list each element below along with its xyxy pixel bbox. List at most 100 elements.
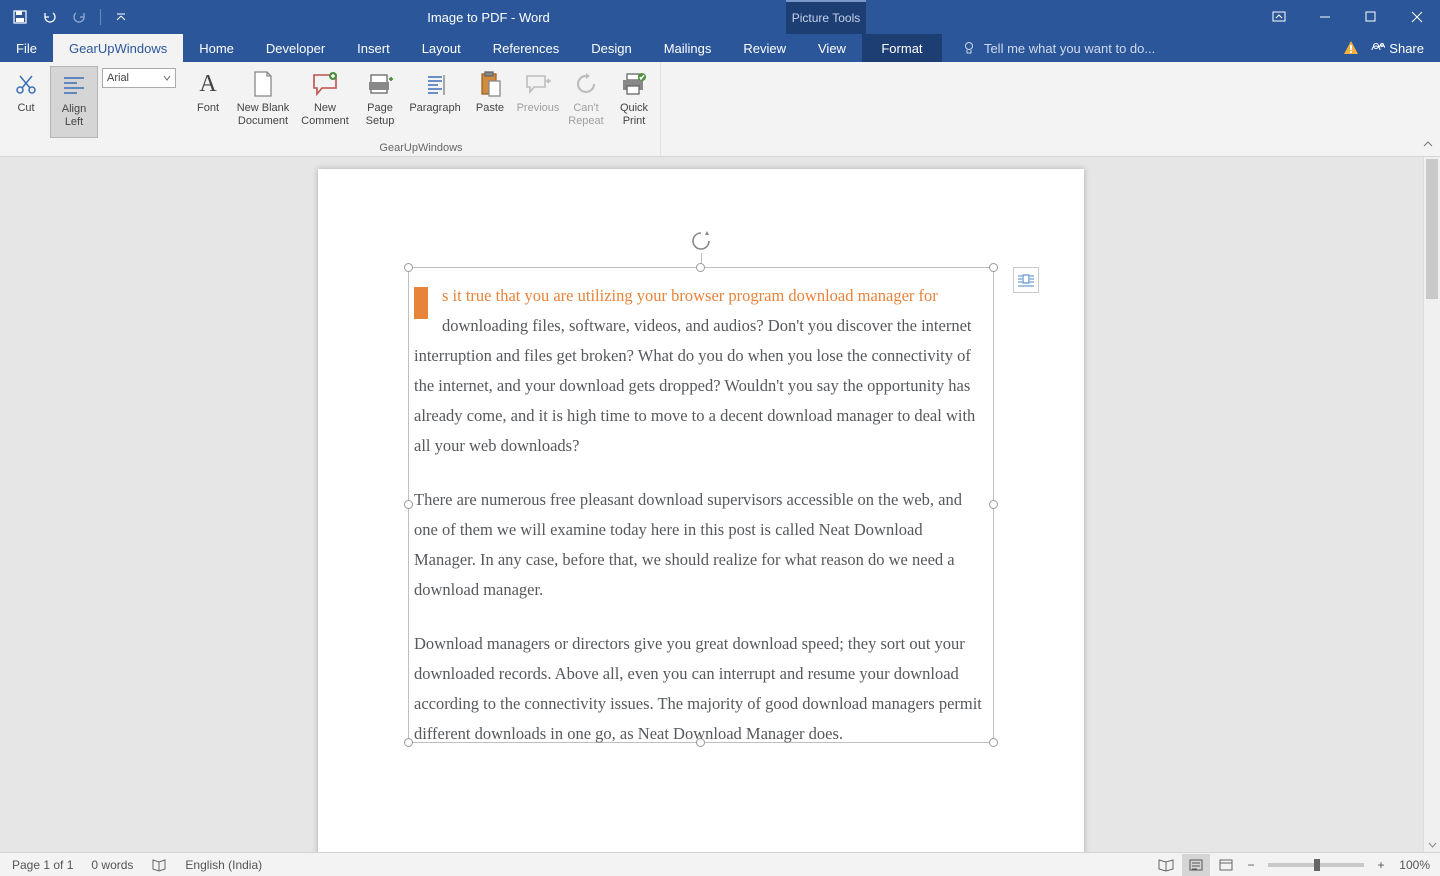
document-content: s it true that you are utilizing your br… xyxy=(414,281,988,773)
contextual-tab-label: Picture Tools xyxy=(786,0,866,34)
window-title: Image to PDF - Word xyxy=(131,10,786,25)
tab-home[interactable]: Home xyxy=(183,34,250,62)
previous-button[interactable]: Previous xyxy=(514,66,562,138)
paragraph-button[interactable]: Paragraph xyxy=(404,66,466,138)
paragraph-3: Download managers or directors give you … xyxy=(414,629,988,749)
tab-review[interactable]: Review xyxy=(727,34,802,62)
window-controls xyxy=(1302,0,1440,34)
scroll-thumb[interactable] xyxy=(1426,159,1438,299)
lightbulb-icon xyxy=(962,41,976,55)
title-bar: Image to PDF - Word Picture Tools xyxy=(0,0,1440,34)
tab-mailings[interactable]: Mailings xyxy=(648,34,728,62)
font-button[interactable]: A Font xyxy=(184,66,232,138)
read-mode-button[interactable] xyxy=(1152,854,1180,876)
status-spellcheck[interactable] xyxy=(151,858,167,872)
share-icon xyxy=(1371,41,1385,55)
ribbon-group-main: A Font New BlankDocument NewComment Page… xyxy=(182,62,661,156)
paragraph-icon xyxy=(419,68,451,100)
redo-button[interactable] xyxy=(70,7,90,27)
document-icon xyxy=(247,68,279,100)
print-layout-button[interactable] xyxy=(1182,854,1210,876)
tab-view[interactable]: View xyxy=(802,34,862,62)
ribbon-group-first: Cut AlignLeft Arial xyxy=(0,62,182,156)
resize-handle-mr[interactable] xyxy=(989,500,998,509)
resize-handle-br[interactable] xyxy=(989,738,998,747)
tab-design[interactable]: Design xyxy=(575,34,647,62)
save-button[interactable] xyxy=(10,7,30,27)
status-words[interactable]: 0 words xyxy=(91,858,133,872)
undo-button[interactable] xyxy=(40,7,60,27)
document-area[interactable]: s it true that you are utilizing your br… xyxy=(0,157,1440,852)
status-bar: Page 1 of 1 0 words English (India) − + … xyxy=(0,852,1440,876)
quick-access-toolbar xyxy=(0,0,131,34)
resize-handle-ml[interactable] xyxy=(404,500,413,509)
tell-me-search[interactable]: Tell me what you want to do... xyxy=(942,34,1343,62)
qat-customize-button[interactable] xyxy=(111,7,131,27)
tab-references[interactable]: References xyxy=(477,34,575,62)
maximize-button[interactable] xyxy=(1348,0,1394,34)
new-comment-button[interactable]: NewComment xyxy=(294,66,356,138)
ribbon-display-options-button[interactable] xyxy=(1256,11,1302,23)
rotate-handle[interactable] xyxy=(689,229,713,253)
tab-format[interactable]: Format xyxy=(862,34,942,62)
status-page[interactable]: Page 1 of 1 xyxy=(12,858,73,872)
paragraph-1: s it true that you are utilizing your br… xyxy=(414,281,988,461)
share-area: Share xyxy=(1343,34,1440,62)
tab-developer[interactable]: Developer xyxy=(250,34,341,62)
chevron-down-icon xyxy=(163,74,171,82)
drop-cap xyxy=(414,287,428,319)
share-label: Share xyxy=(1389,41,1424,56)
status-language[interactable]: English (India) xyxy=(185,858,262,872)
cant-repeat-button[interactable]: Can'tRepeat xyxy=(562,66,610,138)
warning-icon[interactable] xyxy=(1343,40,1359,56)
read-mode-icon xyxy=(1157,858,1175,872)
quick-print-button[interactable]: QuickPrint xyxy=(610,66,658,138)
zoom-slider[interactable] xyxy=(1268,863,1364,867)
collapse-ribbon-button[interactable] xyxy=(1422,139,1434,154)
qat-separator xyxy=(100,9,101,25)
tab-gearupwindows[interactable]: GearUpWindows xyxy=(53,34,183,62)
clipboard-icon xyxy=(474,68,506,100)
resize-handle-tr[interactable] xyxy=(989,263,998,272)
align-left-icon xyxy=(58,69,90,101)
minimize-button[interactable] xyxy=(1302,0,1348,34)
ribbon-tabs: File GearUpWindows Home Developer Insert… xyxy=(0,34,1440,62)
zoom-in-button[interactable]: + xyxy=(1372,858,1390,872)
book-icon xyxy=(151,858,167,872)
close-button[interactable] xyxy=(1394,0,1440,34)
layout-options-button[interactable] xyxy=(1013,267,1039,293)
paragraph-2: There are numerous free pleasant downloa… xyxy=(414,485,988,605)
resize-handle-tm[interactable] xyxy=(696,263,705,272)
page[interactable]: s it true that you are utilizing your br… xyxy=(318,169,1084,852)
ribbon-group-label: GearUpWindows xyxy=(379,142,462,156)
print-layout-icon xyxy=(1188,858,1204,872)
font-combo[interactable]: Arial xyxy=(102,68,176,88)
printer-icon xyxy=(618,68,650,100)
cut-button[interactable]: Cut xyxy=(2,66,50,138)
resize-handle-tl[interactable] xyxy=(404,263,413,272)
resize-handle-bl[interactable] xyxy=(404,738,413,747)
p1-rest: downloading files, software, videos, and… xyxy=(414,316,975,455)
align-left-button[interactable]: AlignLeft xyxy=(50,66,98,138)
web-layout-button[interactable] xyxy=(1212,854,1240,876)
new-blank-document-button[interactable]: New BlankDocument xyxy=(232,66,294,138)
share-button[interactable]: Share xyxy=(1371,41,1424,56)
page-setup-icon xyxy=(364,68,396,100)
tab-file[interactable]: File xyxy=(0,34,53,62)
scroll-down-button[interactable] xyxy=(1424,836,1440,852)
zoom-percentage[interactable]: 100% xyxy=(1392,858,1434,872)
comment-icon xyxy=(309,68,341,100)
vertical-scrollbar[interactable] xyxy=(1423,157,1440,852)
web-layout-icon xyxy=(1218,858,1234,872)
previous-icon xyxy=(522,68,554,100)
font-icon: A xyxy=(192,68,224,100)
tab-layout[interactable]: Layout xyxy=(406,34,477,62)
ribbon: Cut AlignLeft Arial A Font New B xyxy=(0,62,1440,157)
tab-insert[interactable]: Insert xyxy=(341,34,406,62)
page-setup-button[interactable]: PageSetup xyxy=(356,66,404,138)
zoom-slider-knob[interactable] xyxy=(1314,859,1320,871)
p1-lead: s it true that you are utilizing your br… xyxy=(442,286,938,305)
paste-button[interactable]: Paste xyxy=(466,66,514,138)
tell-me-placeholder: Tell me what you want to do... xyxy=(984,41,1155,56)
zoom-out-button[interactable]: − xyxy=(1242,858,1260,872)
